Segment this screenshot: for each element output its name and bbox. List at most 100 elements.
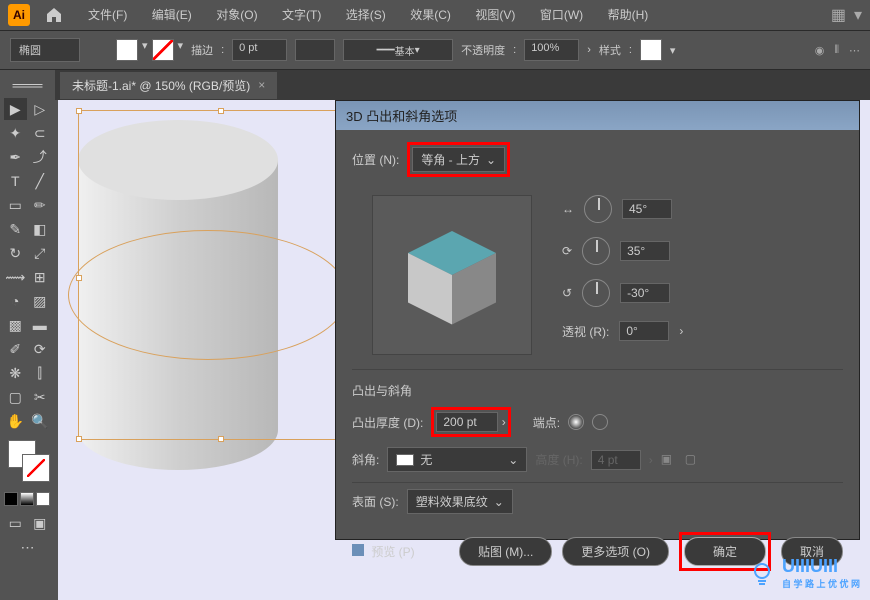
slice-tool[interactable]: ✂: [29, 386, 52, 408]
panel-caret-icon[interactable]: ▾: [854, 5, 862, 25]
menu-window[interactable]: 窗口(W): [540, 8, 583, 22]
perspective-value[interactable]: 0°: [619, 321, 669, 341]
panel-grid-icon[interactable]: ▦: [831, 5, 846, 25]
artboard-tool[interactable]: ▢: [4, 386, 27, 408]
menu-select[interactable]: 选择(S): [346, 8, 386, 22]
transform-icon[interactable]: ⫴: [834, 44, 839, 57]
app-bar: Ai 文件(F) 编辑(E) 对象(O) 文字(T) 选择(S) 效果(C) 视…: [0, 0, 870, 30]
graph-tool[interactable]: ⫿: [29, 362, 52, 384]
position-label: 位置 (N):: [352, 151, 399, 168]
scale-tool[interactable]: ⤢: [29, 242, 52, 264]
style-swatch[interactable]: [640, 39, 662, 61]
eyedropper-tool[interactable]: ✐: [4, 338, 27, 360]
menu-object[interactable]: 对象(O): [216, 8, 257, 22]
curvature-tool[interactable]: ⤴: [29, 146, 52, 168]
rotation-angles: ↔ 45° ⟳ 35° ↺ -30° 透视 (R): 0° ›: [562, 195, 683, 355]
menu-effect[interactable]: 效果(C): [410, 8, 451, 22]
position-dropdown[interactable]: 等角 - 上方 ⌄: [412, 147, 505, 172]
align-icon[interactable]: ◉: [815, 44, 825, 57]
preview-checkbox[interactable]: 预览 (P): [352, 543, 415, 560]
edit-toolbar[interactable]: ⋯: [4, 536, 51, 558]
checkbox-checked-icon: [352, 544, 364, 556]
extrude-depth-stepper[interactable]: ›: [502, 415, 506, 429]
rotate-y-value[interactable]: 35°: [620, 241, 670, 261]
rotate-y-dial[interactable]: [582, 237, 610, 265]
toolbox: ═══ ▶▷ ✦⊂ ✒⤴ T╱ ▭✏ ✎◧ ↻⤢ ⟿⊞ ◔▨ ▩▬ ✐⟳ ❋⫿ …: [0, 70, 55, 600]
rotate-x-dial[interactable]: [584, 195, 612, 223]
opacity-caret-icon[interactable]: ›: [587, 44, 591, 56]
stroke-style-dropdown[interactable]: ━━━ 基本 ▾: [343, 39, 453, 61]
document-tab[interactable]: 未标题-1.ai* @ 150% (RGB/预览) ×: [60, 72, 277, 99]
menu-edit[interactable]: 编辑(E): [152, 8, 192, 22]
line-tool[interactable]: ╱: [29, 170, 52, 192]
color-mode-gradient[interactable]: [20, 492, 34, 506]
bevel-in-icon[interactable]: ▣: [661, 452, 677, 468]
shape-builder-tool[interactable]: ◔: [4, 290, 27, 312]
type-tool[interactable]: T: [4, 170, 27, 192]
close-tab-icon[interactable]: ×: [258, 78, 265, 92]
stroke-swatch[interactable]: [152, 39, 174, 61]
width-tool[interactable]: ⟿: [4, 266, 27, 288]
stroke-caret-icon[interactable]: ▾: [178, 39, 184, 61]
shaper-tool[interactable]: ✎: [4, 218, 27, 240]
cap-off-icon[interactable]: [592, 414, 608, 430]
fill-caret-icon[interactable]: ▾: [142, 39, 148, 61]
screen-mode-normal[interactable]: ▭: [4, 512, 27, 534]
lasso-tool[interactable]: ⊂: [29, 122, 52, 144]
watermark-brand: UIIIUIII: [782, 556, 860, 577]
opacity-label: 不透明度: [461, 42, 505, 58]
brush-tool[interactable]: ✏: [29, 194, 52, 216]
color-mode-fill[interactable]: [4, 492, 18, 506]
opacity-input[interactable]: 100%: [524, 39, 579, 61]
cube-preview[interactable]: [372, 195, 532, 355]
screen-mode-full[interactable]: ▣: [29, 512, 52, 534]
rectangle-tool[interactable]: ▭: [4, 194, 27, 216]
menu-file[interactable]: 文件(F): [88, 8, 127, 22]
more-icon[interactable]: ⋯: [849, 44, 860, 57]
free-transform-tool[interactable]: ⊞: [29, 266, 52, 288]
position-highlight: 等角 - 上方 ⌄: [407, 142, 510, 177]
bevel-height-value: 4 pt: [591, 450, 641, 470]
pen-tool[interactable]: ✒: [4, 146, 27, 168]
rotate-z-dial[interactable]: [582, 279, 610, 307]
fill-stroke-indicator[interactable]: [4, 440, 51, 490]
more-options-button[interactable]: 更多选项 (O): [562, 537, 669, 566]
magic-wand-tool[interactable]: ✦: [4, 122, 27, 144]
bevel-height-label: 高度 (H):: [535, 451, 582, 468]
bevel-out-icon[interactable]: ▢: [685, 452, 701, 468]
blend-tool[interactable]: ⟳: [29, 338, 52, 360]
menu-type[interactable]: 文字(T): [282, 8, 321, 22]
gradient-tool[interactable]: ▬: [29, 314, 52, 336]
rotate-x-value[interactable]: 45°: [622, 199, 672, 219]
tab-strip: 未标题-1.ai* @ 150% (RGB/预览) ×: [0, 70, 870, 100]
style-caret-icon[interactable]: ▾: [670, 44, 676, 57]
perspective-tool[interactable]: ▨: [29, 290, 52, 312]
map-art-button[interactable]: 贴图 (M)...: [459, 537, 552, 566]
direct-selection-tool[interactable]: ▷: [29, 98, 52, 120]
home-icon[interactable]: [42, 3, 66, 27]
stroke-variable[interactable]: [295, 39, 335, 61]
rotate-tool[interactable]: ↻: [4, 242, 27, 264]
eraser-tool[interactable]: ◧: [29, 218, 52, 240]
extrude-depth-value[interactable]: 200 pt: [436, 412, 498, 432]
symbol-sprayer-tool[interactable]: ❋: [4, 362, 27, 384]
style-label: 样式: [599, 42, 621, 58]
hand-tool[interactable]: ✋: [4, 410, 27, 432]
color-mode-none[interactable]: [36, 492, 50, 506]
surface-dropdown[interactable]: 塑料效果底纹 ⌄: [407, 489, 513, 514]
selection-tool[interactable]: ▶: [4, 98, 27, 120]
grip-icon[interactable]: ═══: [4, 74, 51, 96]
zoom-tool[interactable]: 🔍: [29, 410, 52, 432]
rotate-z-value[interactable]: -30°: [620, 283, 670, 303]
menu-help[interactable]: 帮助(H): [608, 8, 649, 22]
shape-selector[interactable]: 椭圆: [10, 38, 80, 62]
fill-swatch[interactable]: [116, 39, 138, 61]
cap-on-icon[interactable]: [568, 414, 584, 430]
menu-view[interactable]: 视图(V): [475, 8, 515, 22]
bevel-dropdown[interactable]: 无 ⌄: [387, 447, 527, 472]
bulb-icon: [748, 559, 776, 587]
stroke-weight-input[interactable]: 0 pt: [232, 39, 287, 61]
perspective-stepper[interactable]: ›: [679, 324, 683, 338]
big-stroke-swatch[interactable]: [22, 454, 50, 482]
mesh-tool[interactable]: ▩: [4, 314, 27, 336]
